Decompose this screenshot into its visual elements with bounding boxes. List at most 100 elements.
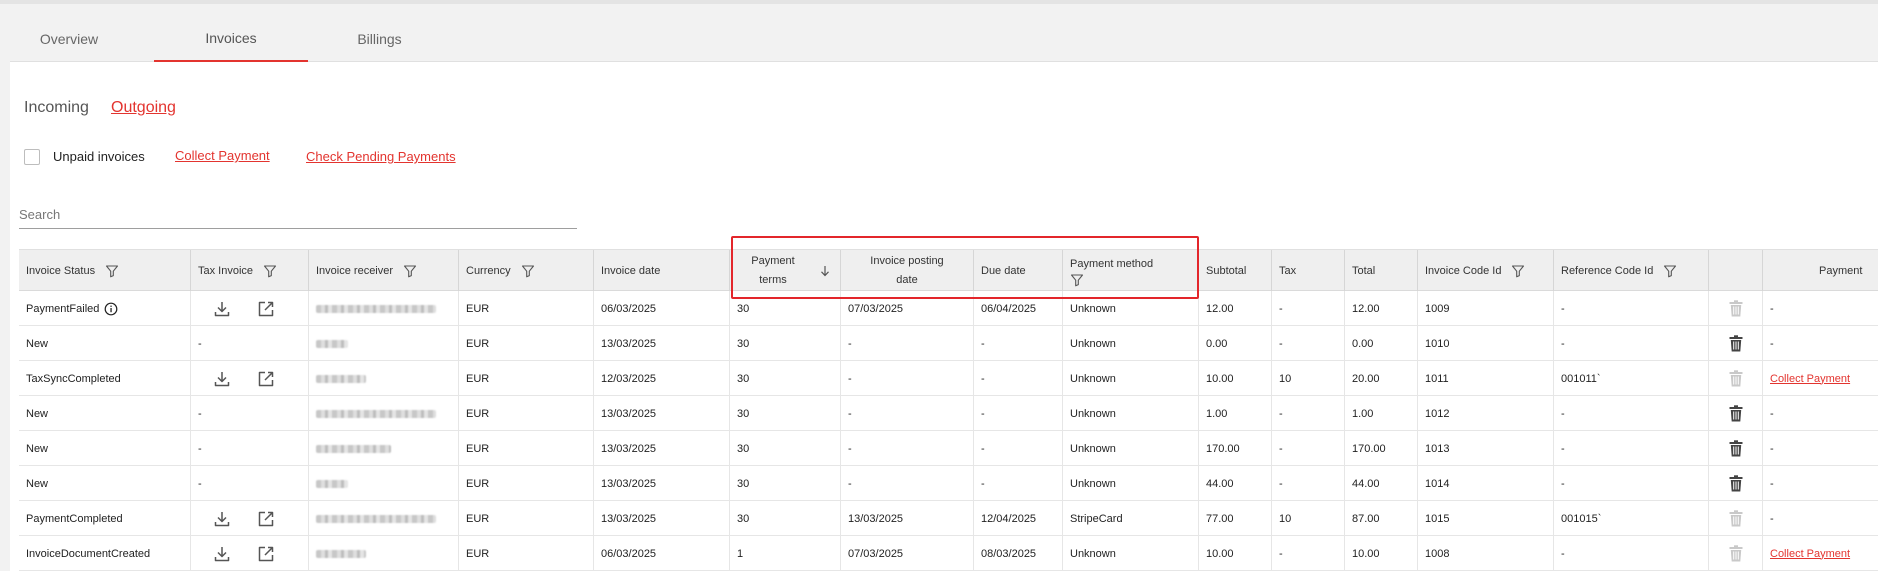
column-header-tax-invoice[interactable]: Tax Invoice	[191, 250, 309, 292]
table-row[interactable]: New - EUR 13/03/2025 30 - - Unknown 0.00 - 0.00 101…	[19, 326, 1878, 361]
open-external-icon[interactable]	[257, 300, 275, 318]
search-input[interactable]	[19, 200, 577, 228]
column-header-reference-code[interactable]: Reference Code Id	[1554, 250, 1709, 292]
tax-invoice-text: -	[198, 337, 202, 350]
trash-icon[interactable]	[1729, 545, 1743, 562]
download-icon[interactable]	[212, 544, 232, 564]
unpaid-invoices-checkbox[interactable]	[24, 149, 40, 165]
cell-total: 1.00	[1345, 396, 1418, 431]
invoice-code-text: 1012	[1425, 407, 1450, 420]
table-row[interactable]: TaxSyncCompleted EUR 12/03/2025 30 - - Unknown…	[19, 361, 1878, 396]
table-row[interactable]: PaymentCompleted EUR 13/03/2025 30 13/03/202…	[19, 501, 1878, 536]
collect-payment-link[interactable]: Collect Payment	[1770, 373, 1850, 385]
cell-total: 10.00	[1345, 536, 1418, 571]
column-header-payment[interactable]: Payment	[1763, 250, 1878, 292]
total-text: 20.00	[1352, 372, 1380, 385]
cell-delete	[1709, 396, 1763, 431]
table-row[interactable]: New - EUR 13/03/2025 30 - - Unknown 1.00 - 1.00 101…	[19, 396, 1878, 431]
column-header-invoice-date[interactable]: Invoice date	[594, 250, 730, 292]
sort-descending-icon[interactable]	[820, 265, 830, 277]
column-header-payment-method[interactable]: Payment method	[1063, 250, 1199, 292]
cell-invoice-date: 13/03/2025	[594, 326, 730, 361]
info-icon[interactable]	[104, 302, 118, 316]
cell-tax-invoice	[191, 501, 309, 536]
subtotal-text: 44.00	[1206, 477, 1234, 490]
payment-text: -	[1770, 512, 1774, 525]
tab-overview[interactable]: Overview	[10, 16, 128, 62]
total-text: 44.00	[1352, 477, 1380, 490]
table-row[interactable]: New - EUR 13/03/2025 30 - - Unknown 170.00 - 170.0…	[19, 431, 1878, 466]
filter-icon[interactable]	[1070, 273, 1084, 287]
column-header-tax[interactable]: Tax	[1272, 250, 1345, 292]
table-row[interactable]: New - EUR 13/03/2025 30 - - Unknown 44.00 - 44.00 1…	[19, 466, 1878, 501]
total-text: 170.00	[1352, 442, 1386, 455]
cell-delete	[1709, 361, 1763, 396]
table-row[interactable]: PaymentFailed EUR 06/03/2025 30 07/03/2025 06…	[19, 291, 1878, 326]
trash-icon[interactable]	[1729, 475, 1743, 492]
cell-reference-code: -	[1554, 396, 1709, 431]
column-header-total[interactable]: Total	[1345, 250, 1418, 292]
column-header-status[interactable]: Invoice Status	[19, 250, 191, 292]
cell-delete	[1709, 326, 1763, 361]
download-icon[interactable]	[212, 299, 232, 319]
payment-terms-text: 30	[737, 442, 750, 455]
filter-icon[interactable]	[105, 264, 119, 278]
cell-total: 12.00	[1345, 291, 1418, 326]
invoice-code-text: 1010	[1425, 337, 1450, 350]
trash-icon[interactable]	[1729, 300, 1743, 317]
download-icon[interactable]	[212, 369, 232, 389]
invoice-date-text: 13/03/2025	[601, 442, 657, 455]
cell-invoice-status: New	[19, 326, 191, 361]
open-external-icon[interactable]	[257, 545, 275, 563]
trash-icon[interactable]	[1729, 510, 1743, 527]
check-pending-payments-link[interactable]: Check Pending Payments	[306, 149, 456, 164]
filter-icon[interactable]	[1511, 264, 1525, 278]
filter-icon[interactable]	[403, 264, 417, 278]
collect-payment-link[interactable]: Collect Payment	[1770, 548, 1850, 560]
tab-billings[interactable]: Billings	[310, 16, 449, 62]
open-external-icon[interactable]	[257, 510, 275, 528]
cell-delete	[1709, 501, 1763, 536]
cell-tax-invoice: -	[191, 431, 309, 466]
redacted-receiver-name	[316, 304, 436, 313]
cell-payment-method: StripeCard	[1063, 501, 1199, 536]
payment-text: -	[1770, 302, 1774, 315]
download-icon[interactable]	[212, 509, 232, 529]
open-external-icon[interactable]	[257, 370, 275, 388]
cell-invoice-code: 1008	[1418, 536, 1554, 571]
column-header-posting-date[interactable]: Invoice posting date	[841, 250, 974, 292]
tab-invoices[interactable]: Invoices	[154, 16, 308, 62]
column-header-payment-terms[interactable]: Payment terms	[730, 250, 841, 292]
tax-invoice-text: -	[198, 442, 202, 455]
currency-text: EUR	[466, 302, 490, 315]
cell-delete	[1709, 431, 1763, 466]
trash-icon[interactable]	[1729, 370, 1743, 387]
cell-payment: -	[1763, 466, 1878, 501]
filter-icon[interactable]	[263, 264, 277, 278]
payment-method-text: Unknown	[1070, 442, 1116, 455]
due-date-text: -	[981, 337, 985, 350]
column-header-due-date[interactable]: Due date	[974, 250, 1063, 292]
cell-reference-code: -	[1554, 466, 1709, 501]
filter-icon[interactable]	[521, 264, 535, 278]
subtab-outgoing[interactable]: Outgoing	[111, 99, 176, 117]
column-header-currency[interactable]: Currency	[459, 250, 594, 292]
column-header-subtotal[interactable]: Subtotal	[1199, 250, 1272, 292]
table-row[interactable]: InvoiceDocumentCreated EUR 06/03/2025 1 07/0…	[19, 536, 1878, 571]
cell-invoice-code: 1012	[1418, 396, 1554, 431]
posting-date-text: 07/03/2025	[848, 302, 904, 315]
column-header-invoice-code[interactable]: Invoice Code Id	[1418, 250, 1554, 292]
due-date-text: 06/04/2025	[981, 302, 1037, 315]
total-text: 87.00	[1352, 512, 1380, 525]
trash-icon[interactable]	[1729, 440, 1743, 457]
trash-icon[interactable]	[1729, 335, 1743, 352]
cell-payment-terms: 30	[730, 326, 841, 361]
column-header-receiver[interactable]: Invoice receiver	[309, 250, 459, 292]
filter-icon[interactable]	[1663, 264, 1677, 278]
trash-icon[interactable]	[1729, 405, 1743, 422]
invoice-status-text: PaymentCompleted	[26, 512, 123, 525]
cell-invoice-receiver	[309, 361, 459, 396]
cell-due-date: 08/03/2025	[974, 536, 1063, 571]
subtab-incoming[interactable]: Incoming	[24, 99, 89, 117]
collect-payment-link[interactable]: Collect Payment	[175, 148, 270, 163]
